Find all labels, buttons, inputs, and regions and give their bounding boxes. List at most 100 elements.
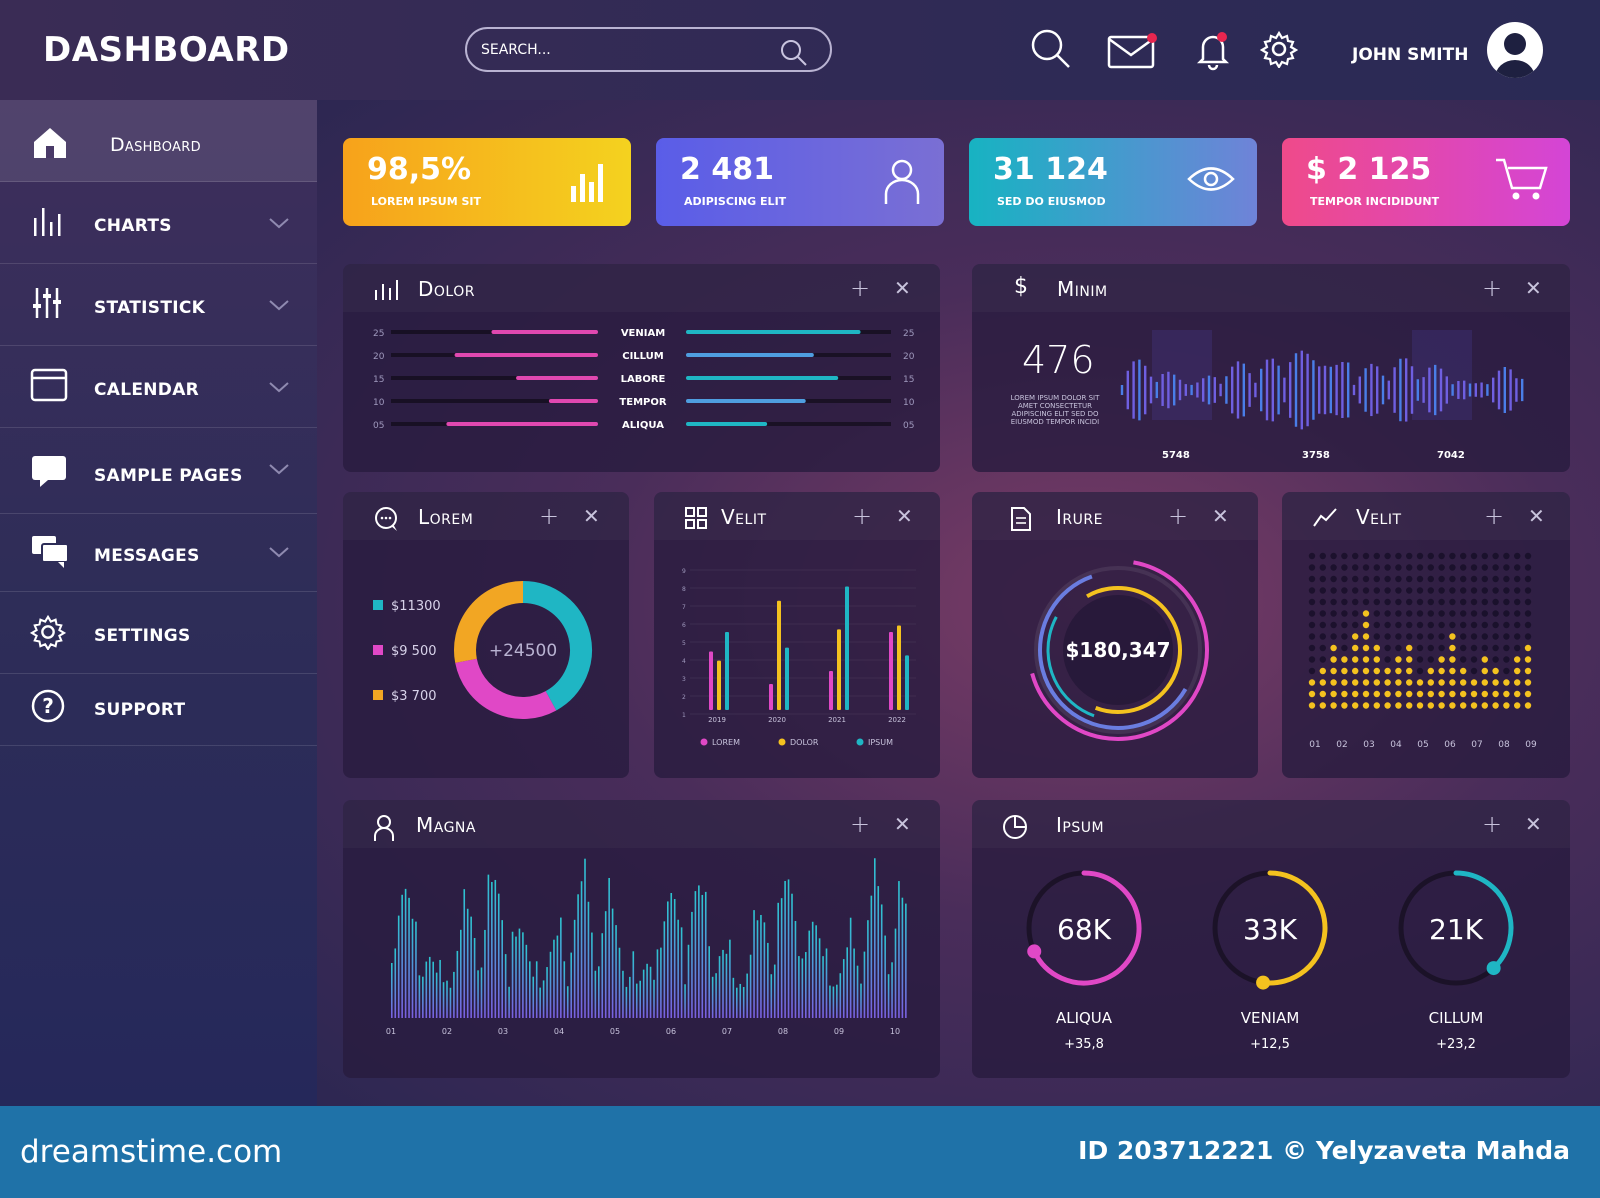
matrix-dot [1416, 679, 1424, 686]
add-icon[interactable]: + [539, 502, 559, 530]
add-icon[interactable]: + [850, 810, 870, 838]
histogram-bar [784, 880, 786, 1018]
close-icon[interactable]: ✕ [894, 276, 911, 300]
bell-icon[interactable] [1195, 31, 1231, 75]
matrix-dot [1481, 656, 1488, 663]
matrix-dot [1416, 656, 1424, 663]
matrix-dot [1492, 644, 1499, 652]
close-icon[interactable]: ✕ [896, 504, 913, 528]
matrix-dot [1438, 575, 1445, 583]
sidebar-item-label: CHARTS [94, 216, 172, 236]
matrix-dot [1319, 598, 1326, 606]
histogram-bar [453, 971, 455, 1018]
chevron-down-icon[interactable] [268, 215, 290, 234]
add-icon[interactable]: + [850, 274, 870, 302]
search-box[interactable] [465, 27, 832, 72]
chevron-down-icon[interactable] [268, 544, 290, 563]
matrix-dot [1470, 644, 1478, 652]
y-tick: 8 [682, 586, 686, 593]
matrix-dot [1373, 610, 1380, 617]
y-tick: 5 [682, 640, 686, 647]
matrix-dot [1427, 552, 1434, 560]
matrix-dot [1503, 621, 1510, 629]
user-name[interactable]: JOHN SMITH [1352, 45, 1468, 65]
matrix-dot [1514, 587, 1521, 594]
stat-card[interactable]: $ 2 125 TEMPOR INCIDIDUNT [1282, 138, 1570, 226]
histogram-bar [698, 885, 700, 1018]
matrix-dot [1308, 667, 1316, 675]
sidebar-item-charts[interactable]: CHARTS [0, 182, 317, 264]
stat-card[interactable]: 31 124 SED DO EIUSMOD [969, 138, 1257, 226]
matrix-dot [1330, 656, 1337, 663]
chevron-down-icon[interactable] [268, 461, 290, 480]
histogram-bar [791, 893, 793, 1018]
bar [845, 586, 849, 710]
matrix-dot [1395, 702, 1402, 709]
mail-icon[interactable] [1107, 33, 1157, 73]
histogram-bar [805, 952, 807, 1018]
histogram-bar [829, 985, 831, 1018]
sidebar-item-settings[interactable]: SETTINGS [0, 592, 317, 674]
matrix-dot [1481, 575, 1488, 583]
x-tick: 2022 [888, 716, 906, 724]
matrix-dot [1438, 598, 1445, 606]
chevron-down-icon[interactable] [268, 297, 290, 316]
histogram-bar [794, 920, 797, 1018]
matrix-dot [1427, 644, 1434, 652]
y-tick: 3 [682, 676, 686, 683]
stat-card[interactable]: 98,5% LOREM IPSUM SIT [343, 138, 631, 226]
matrix-dot [1470, 702, 1478, 709]
app-title: DASHBOARD [43, 30, 290, 70]
histogram-bar [704, 891, 707, 1018]
close-icon[interactable]: ✕ [1525, 812, 1542, 836]
sidebar-item-sample-pages[interactable]: SAMPLE PAGES [0, 428, 317, 514]
stat-card[interactable]: 2 481 ADIPISCING ELIT [656, 138, 944, 226]
add-icon[interactable]: + [1484, 502, 1504, 530]
gauge-value: 33K [1243, 913, 1298, 946]
matrix-dot [1481, 564, 1488, 571]
sidebar-item-messages[interactable]: MESSAGES [0, 514, 317, 592]
add-icon[interactable]: + [852, 502, 872, 530]
close-icon[interactable]: ✕ [1525, 276, 1542, 300]
x-tick: 07 [1471, 740, 1482, 750]
add-icon[interactable]: + [1482, 810, 1502, 838]
matrix-dot [1449, 575, 1456, 583]
close-icon[interactable]: ✕ [894, 812, 911, 836]
search-input[interactable] [481, 38, 771, 62]
add-icon[interactable]: + [1168, 502, 1188, 530]
panel-velit-bars: Velit + ✕ 9 8 7 6 5 4 3 2 1 2019 2020 2021 2022 LOREM… [654, 492, 940, 778]
matrix-dot [1492, 656, 1499, 663]
matrix-dot [1492, 679, 1499, 686]
close-icon[interactable]: ✕ [583, 504, 600, 528]
sidebar-item-support[interactable]: ? SUPPORT [0, 674, 317, 746]
histogram-bar [663, 921, 666, 1018]
sidebar-item-label: SUPPORT [94, 700, 186, 720]
matrix-dot [1319, 564, 1326, 571]
row-label: ALIQUA [622, 420, 664, 431]
gear-icon[interactable] [1259, 30, 1299, 72]
histogram-bar [639, 980, 641, 1018]
matrix-dot [1524, 679, 1532, 686]
sidebar-item-dashboard[interactable]: Dashboard [0, 100, 317, 182]
sidebar-item-statistick[interactable]: STATISTICK [0, 264, 317, 346]
histogram-bar [394, 948, 397, 1018]
matrix-dot [1514, 621, 1521, 629]
histogram-bar [522, 932, 524, 1018]
chevron-down-icon[interactable] [268, 379, 290, 398]
avatar[interactable] [1487, 22, 1543, 78]
histogram-bar [622, 970, 624, 1018]
close-icon[interactable]: ✕ [1212, 504, 1229, 528]
search-icon[interactable] [780, 39, 808, 71]
search-icon[interactable] [1030, 28, 1072, 74]
histogram-bar [611, 908, 614, 1018]
sidebar-item-calendar[interactable]: CALENDAR [0, 346, 317, 428]
close-icon[interactable]: ✕ [1528, 504, 1545, 528]
add-icon[interactable]: + [1482, 274, 1502, 302]
matrix-dot [1308, 587, 1316, 594]
histogram-bar [853, 948, 855, 1018]
matrix-dot [1352, 690, 1359, 698]
matrix-dot [1384, 575, 1391, 583]
matrix-dot [1341, 633, 1348, 640]
matrix-dot [1406, 679, 1413, 686]
gauge-label: VENIAM [1241, 1009, 1300, 1027]
